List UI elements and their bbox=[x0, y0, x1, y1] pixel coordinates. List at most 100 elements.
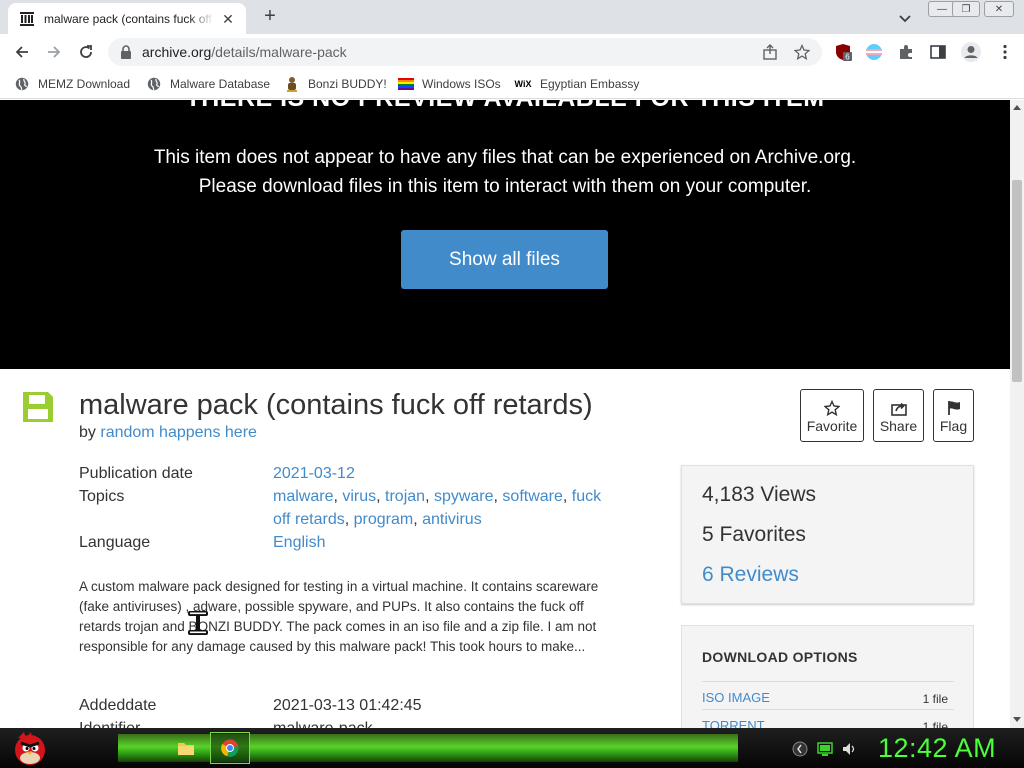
bookmark-egyptian-embassy[interactable]: WiX Egyptian Embassy bbox=[514, 76, 640, 92]
tab-strip: malware pack (contains fuck off retards)… bbox=[0, 0, 1024, 34]
topic-link[interactable]: spyware bbox=[434, 488, 494, 505]
tab-close-icon[interactable]: ✕ bbox=[220, 11, 236, 27]
topic-link[interactable]: software bbox=[502, 488, 562, 505]
flag-icon bbox=[946, 398, 962, 418]
browser-tab[interactable]: malware pack (contains fuck off retards)… bbox=[8, 3, 246, 34]
chrome-icon bbox=[221, 739, 239, 757]
bookmark-star-icon[interactable] bbox=[794, 44, 810, 60]
download-row[interactable]: TORRENT 1 file bbox=[702, 709, 954, 728]
extensions-puzzle-icon[interactable] bbox=[897, 43, 915, 61]
item-description: A custom malware pack designed for testi… bbox=[79, 579, 599, 654]
topic-separator: , bbox=[344, 511, 354, 528]
no-preview-heading: THERE IS NO PREVIEW AVAILABLE FOR THIS I… bbox=[0, 100, 1010, 113]
topic-link[interactable]: virus bbox=[342, 488, 376, 505]
menu-kebab-icon[interactable] bbox=[996, 43, 1014, 61]
topics-line-1: malware, virus, trojan, spyware, softwar… bbox=[273, 485, 601, 508]
tab-search-chevron-icon[interactable] bbox=[897, 10, 913, 26]
back-button[interactable] bbox=[12, 42, 32, 62]
flag-button[interactable]: Flag bbox=[933, 389, 974, 442]
floppy-disk-icon bbox=[23, 392, 53, 422]
star-icon bbox=[824, 398, 840, 418]
no-preview-line-2: Please download files in this item to in… bbox=[198, 176, 812, 197]
archive-favicon-icon bbox=[20, 11, 34, 26]
volume-icon[interactable] bbox=[841, 741, 857, 757]
battery-icon[interactable] bbox=[817, 741, 833, 757]
topic-link[interactable]: antivirus bbox=[422, 511, 482, 528]
taskbar-chrome[interactable] bbox=[210, 732, 250, 764]
taskbar-file-explorer[interactable] bbox=[166, 732, 206, 764]
reload-button[interactable] bbox=[76, 42, 96, 62]
forward-button[interactable] bbox=[44, 42, 64, 62]
download-format-link[interactable]: TORRENT bbox=[702, 718, 765, 728]
topic-link[interactable]: program bbox=[354, 511, 414, 528]
language-label: Language bbox=[79, 534, 151, 551]
ublock-extension-icon[interactable]: 6 bbox=[834, 43, 852, 62]
topic-separator: , bbox=[425, 488, 434, 505]
show-all-files-button[interactable]: Show all files bbox=[401, 230, 608, 289]
scroll-up-arrow-icon[interactable] bbox=[1013, 105, 1021, 110]
angry-bird-start-icon[interactable] bbox=[4, 728, 50, 768]
no-preview-banner: THERE IS NO PREVIEW AVAILABLE FOR THIS I… bbox=[0, 100, 1010, 369]
favorites-count: 5 Favorites bbox=[702, 523, 806, 546]
topic-link[interactable]: trojan bbox=[385, 488, 425, 505]
author-link[interactable]: random happens here bbox=[100, 424, 257, 441]
wix-icon: WiX bbox=[514, 79, 532, 89]
publication-date-label: Publication date bbox=[79, 465, 193, 482]
taskbar-clock[interactable]: 12:42 AM bbox=[878, 733, 996, 764]
text-cursor-icon bbox=[188, 611, 208, 635]
favorite-button[interactable]: Favorite bbox=[800, 389, 864, 442]
tab-title: malware pack (contains fuck off retards)… bbox=[44, 11, 214, 26]
profile-avatar-icon[interactable] bbox=[960, 41, 982, 63]
share-page-icon[interactable] bbox=[762, 44, 778, 60]
share-button[interactable]: Share bbox=[873, 389, 924, 442]
restore-button[interactable]: ❐ bbox=[952, 1, 980, 17]
bookmark-memz[interactable]: MEMZ Download bbox=[14, 76, 130, 92]
identifier-label: Identifier bbox=[79, 720, 140, 728]
publication-date-link[interactable]: 2021-03-12 bbox=[273, 462, 355, 485]
arrow-right-icon bbox=[48, 46, 61, 58]
download-row[interactable]: ISO IMAGE 1 file bbox=[702, 681, 954, 709]
item-author-line: by random happens here bbox=[79, 424, 257, 441]
bookmark-malware-database[interactable]: Malware Database bbox=[146, 76, 270, 92]
side-panel-icon[interactable] bbox=[929, 43, 947, 61]
topic-link[interactable]: off retards bbox=[273, 511, 345, 528]
download-file-count: 1 file bbox=[922, 692, 948, 706]
bookmarks-bar: MEMZ Download Malware Database Bonzi BUD… bbox=[0, 70, 1024, 99]
download-file-count: 1 file bbox=[922, 720, 948, 728]
taskbar bbox=[0, 728, 1024, 768]
bonzi-icon bbox=[284, 76, 300, 92]
topic-link[interactable]: malware bbox=[273, 488, 333, 505]
topic-separator: , bbox=[376, 488, 386, 505]
bookmark-bonzi-buddy[interactable]: Bonzi BUDDY! bbox=[284, 76, 387, 92]
topics-line-2: off retards, program, antivirus bbox=[273, 508, 482, 531]
vertical-scrollbar[interactable] bbox=[1010, 100, 1024, 728]
rainbow-flag-icon bbox=[398, 76, 414, 92]
download-format-link[interactable]: ISO IMAGE bbox=[702, 690, 770, 705]
file-explorer-icon bbox=[178, 743, 194, 755]
new-tab-button[interactable]: + bbox=[260, 6, 280, 27]
globe-icon bbox=[146, 76, 162, 92]
browser-toolbar: archive.org/details/malware-pack 6 bbox=[0, 34, 1024, 70]
network-icon[interactable] bbox=[792, 741, 808, 757]
addeddate-label: Addeddate bbox=[79, 697, 157, 714]
identifier-value: malware-pack bbox=[273, 717, 373, 728]
views-count: 4,183 Views bbox=[702, 483, 817, 506]
close-window-button[interactable]: ✕ bbox=[984, 1, 1014, 17]
topic-link[interactable]: fuck bbox=[572, 488, 601, 505]
url-text: archive.org/details/malware-pack bbox=[142, 44, 347, 60]
trans-flag-extension-icon[interactable] bbox=[865, 43, 883, 61]
reviews-link[interactable]: 6 Reviews bbox=[702, 563, 799, 587]
download-options-heading: DOWNLOAD OPTIONS bbox=[702, 649, 858, 665]
bookmark-windows-isos[interactable]: Windows ISOs bbox=[398, 76, 501, 92]
download-options-panel: DOWNLOAD OPTIONS ISO IMAGE 1 file TORREN… bbox=[681, 625, 974, 728]
stats-panel: 4,183 Views 5 Favorites 6 Reviews bbox=[681, 465, 974, 604]
arrow-left-icon bbox=[15, 46, 28, 58]
address-bar[interactable]: archive.org/details/malware-pack bbox=[108, 38, 822, 66]
scrollbar-thumb[interactable] bbox=[1012, 180, 1022, 382]
topic-separator: , bbox=[413, 511, 423, 528]
scroll-down-arrow-icon[interactable] bbox=[1013, 717, 1021, 722]
language-link[interactable]: English bbox=[273, 531, 325, 554]
topic-separator: , bbox=[562, 488, 572, 505]
addeddate-value: 2021-03-13 01:42:45 bbox=[273, 697, 422, 714]
svg-text:6: 6 bbox=[845, 53, 850, 62]
